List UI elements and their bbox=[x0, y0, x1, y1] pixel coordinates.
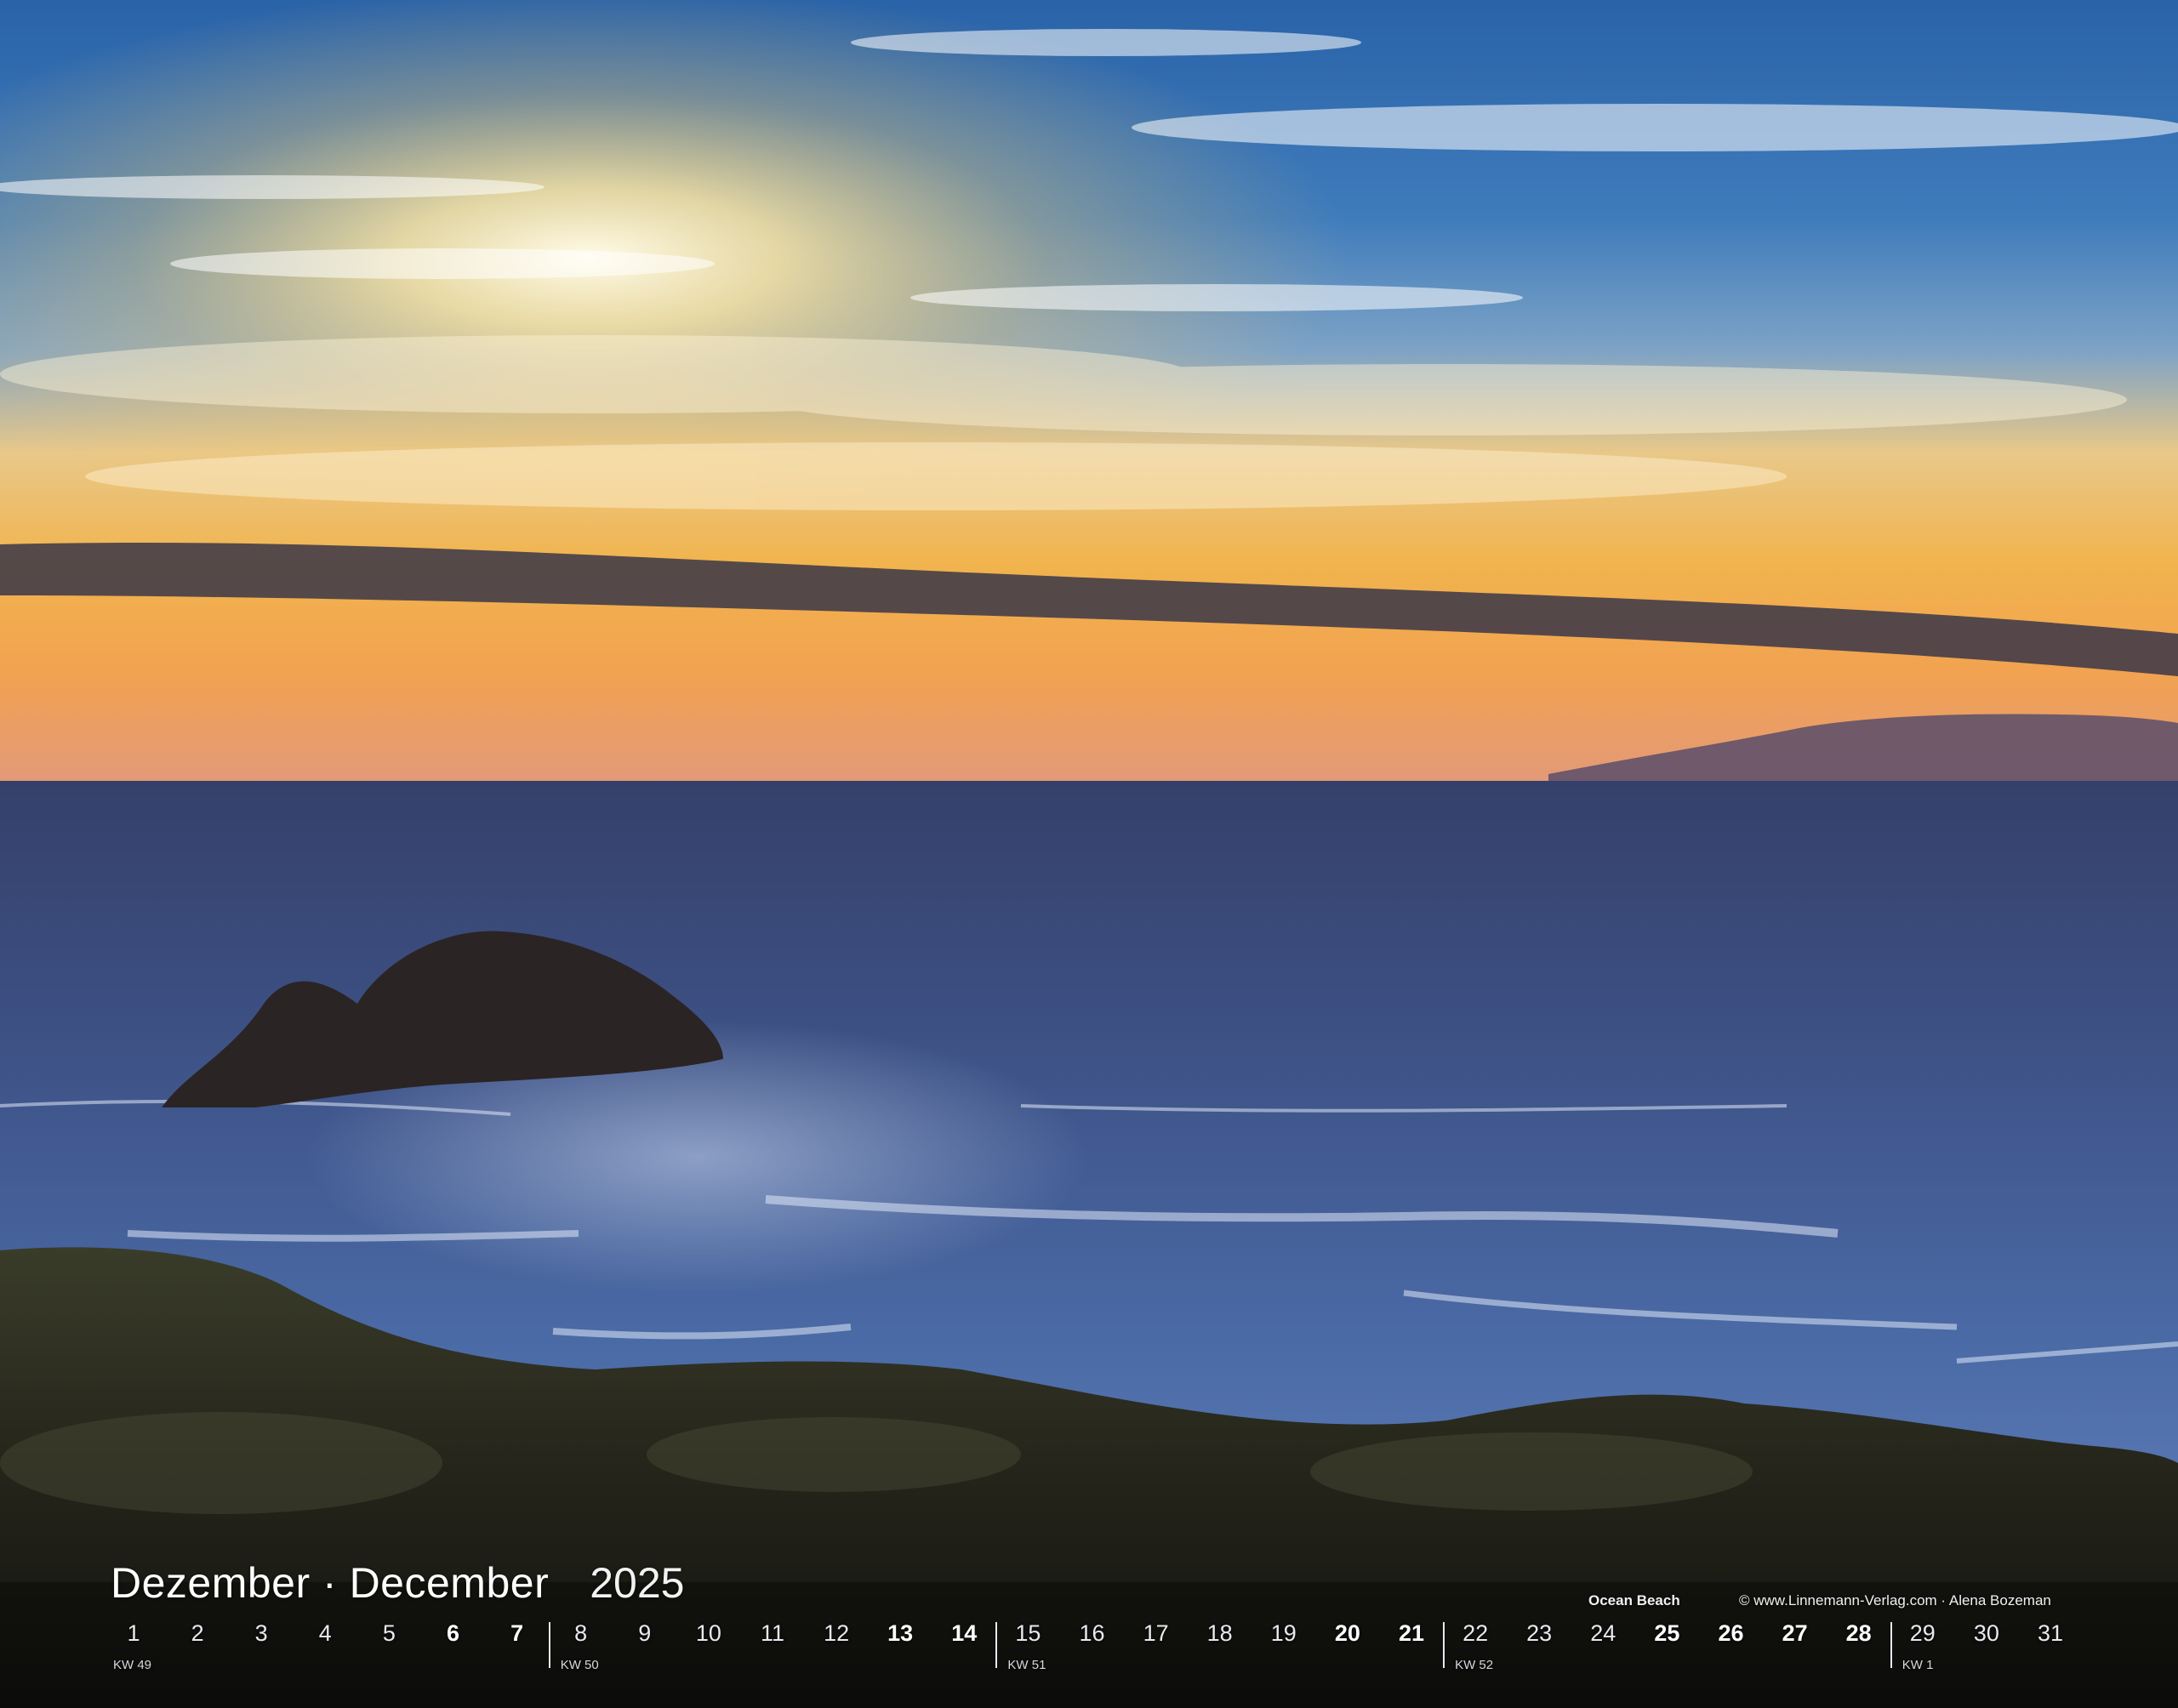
week-separator bbox=[548, 1622, 550, 1668]
day-4: 4 bbox=[318, 1620, 332, 1646]
day-29: 29 bbox=[1909, 1620, 1936, 1646]
day-8: 8 bbox=[574, 1620, 588, 1646]
sunset-ocean-photo bbox=[0, 0, 2178, 1708]
week-number: KW 51 bbox=[1007, 1658, 1046, 1672]
week-separator bbox=[1890, 1622, 1892, 1668]
day-21: 21 bbox=[1398, 1620, 1425, 1646]
week-number: KW 52 bbox=[1455, 1658, 1494, 1672]
photo-credit: © www.Linnemann-Verlag.com · Alena Bozem… bbox=[1739, 1592, 2051, 1608]
day-23: 23 bbox=[1526, 1620, 1553, 1646]
day-30: 30 bbox=[1973, 1620, 1999, 1646]
year-label: 2025 bbox=[590, 1559, 685, 1607]
month-label: Dezember · December bbox=[111, 1559, 550, 1607]
week-separator bbox=[995, 1622, 998, 1668]
day-20: 20 bbox=[1334, 1620, 1360, 1646]
week-number: KW 1 bbox=[1901, 1658, 1934, 1672]
day-31: 31 bbox=[2037, 1620, 2064, 1646]
day-1: 1 bbox=[127, 1620, 140, 1646]
calendar-title: Dezember · December 2025 bbox=[111, 1558, 684, 1608]
location-caption: Ocean Beach bbox=[1588, 1592, 1680, 1608]
day-16: 16 bbox=[1079, 1620, 1105, 1646]
day-5: 5 bbox=[382, 1620, 396, 1646]
day-3: 3 bbox=[254, 1620, 268, 1646]
day-28: 28 bbox=[1845, 1620, 1872, 1646]
day-14: 14 bbox=[951, 1620, 978, 1646]
day-10: 10 bbox=[695, 1620, 721, 1646]
day-13: 13 bbox=[887, 1620, 914, 1646]
day-7: 7 bbox=[510, 1620, 524, 1646]
day-12: 12 bbox=[824, 1620, 850, 1646]
day-11: 11 bbox=[760, 1620, 785, 1646]
day-9: 9 bbox=[638, 1620, 652, 1646]
day-25: 25 bbox=[1654, 1620, 1680, 1646]
day-strip: 1 2 3 4 5 6 7 8 9 10 11 12 13 14 15 16 17 18 19 20 21 22 23 24 2… bbox=[0, 1620, 2178, 1688]
day-6: 6 bbox=[446, 1620, 460, 1646]
day-22: 22 bbox=[1462, 1620, 1489, 1646]
week-number: KW 49 bbox=[113, 1658, 152, 1672]
week-number: KW 50 bbox=[560, 1658, 599, 1672]
day-17: 17 bbox=[1143, 1620, 1169, 1646]
day-24: 24 bbox=[1590, 1620, 1616, 1646]
day-19: 19 bbox=[1270, 1620, 1297, 1646]
day-15: 15 bbox=[1015, 1620, 1041, 1646]
day-27: 27 bbox=[1782, 1620, 1808, 1646]
day-18: 18 bbox=[1206, 1620, 1233, 1646]
week-separator bbox=[1443, 1622, 1445, 1668]
day-2: 2 bbox=[191, 1620, 204, 1646]
day-26: 26 bbox=[1718, 1620, 1744, 1646]
